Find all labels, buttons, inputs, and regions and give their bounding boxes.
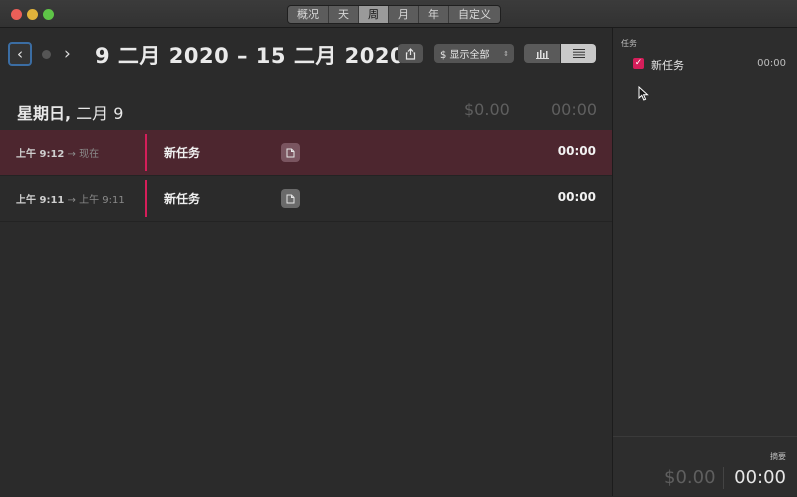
minimize-window-button[interactable] bbox=[27, 9, 38, 20]
list-icon bbox=[572, 49, 585, 58]
segment-day[interactable]: 天 bbox=[329, 6, 359, 23]
previous-period-button[interactable]: ‹ bbox=[8, 42, 32, 66]
note-icon bbox=[286, 194, 295, 203]
day-total-time: 00:00 bbox=[551, 100, 598, 119]
tasks-section-label: 任务 bbox=[621, 39, 637, 48]
view-mode-control bbox=[524, 44, 596, 63]
day-title: 星期日, 二月 9 bbox=[17, 104, 124, 123]
filter-label: $ 显示全部 bbox=[440, 50, 490, 61]
period-segmented-control: 概况 天 周 月 年 自定义 bbox=[287, 5, 501, 24]
main-panel: ‹ › 9 二月 2020 – 15 二月 2020 $ 显示全部 ⇕ 星期日,… bbox=[0, 28, 612, 496]
summary-amount: $0.00 bbox=[664, 467, 716, 488]
entry-note-button[interactable] bbox=[281, 143, 300, 162]
entry-time-range: 上午 9:11 → 上午 9:11 bbox=[16, 195, 125, 206]
zoom-window-button[interactable] bbox=[43, 9, 54, 20]
segment-overview[interactable]: 概况 bbox=[288, 6, 329, 23]
entry-name: 新任务 bbox=[164, 146, 201, 160]
bar-chart-icon bbox=[535, 49, 549, 59]
checkbox-icon[interactable]: ✓ bbox=[633, 58, 644, 69]
sidebar-task-name: 新任务 bbox=[651, 59, 684, 72]
entry-duration: 00:00 bbox=[557, 190, 596, 204]
close-window-button[interactable] bbox=[11, 9, 22, 20]
entry-duration: 00:00 bbox=[557, 144, 596, 158]
list-view-button[interactable] bbox=[561, 44, 596, 63]
segment-month[interactable]: 月 bbox=[389, 6, 419, 23]
updown-chevron-icon: ⇕ bbox=[503, 49, 509, 58]
entry-note-button[interactable] bbox=[281, 189, 300, 208]
summary-divider bbox=[723, 467, 724, 489]
summary-area: 摘要 $0.00 00:00 bbox=[613, 436, 797, 497]
segment-week[interactable]: 周 bbox=[359, 6, 389, 23]
time-entry-row[interactable]: 上午 9:12 → 现在 新任务 00:00 bbox=[0, 130, 612, 176]
project-color-bar bbox=[145, 180, 147, 217]
current-period-button[interactable] bbox=[42, 50, 51, 59]
day-amount: $0.00 bbox=[464, 100, 510, 119]
title-bar: 概况 天 周 月 年 自定义 bbox=[0, 0, 797, 28]
segment-custom[interactable]: 自定义 bbox=[449, 6, 500, 23]
cursor-icon bbox=[638, 86, 649, 101]
back-chevron-icon: ‹ bbox=[17, 45, 23, 63]
entry-time-range: 上午 9:12 → 现在 bbox=[16, 149, 100, 160]
sidebar-task-item[interactable]: ✓ 新任务 00:00 bbox=[633, 56, 788, 72]
time-entry-row[interactable]: 上午 9:11 → 上午 9:11 新任务 00:00 bbox=[0, 176, 612, 222]
sidebar-task-time: 00:00 bbox=[757, 58, 786, 69]
project-color-bar bbox=[145, 134, 147, 171]
chart-view-button[interactable] bbox=[524, 44, 561, 63]
next-period-button[interactable]: › bbox=[64, 42, 71, 66]
entry-name: 新任务 bbox=[164, 192, 201, 206]
segment-year[interactable]: 年 bbox=[419, 6, 449, 23]
forward-chevron-icon: › bbox=[64, 44, 71, 64]
summary-time: 00:00 bbox=[734, 467, 786, 488]
date-range-title: 9 二月 2020 – 15 二月 2020 bbox=[95, 44, 406, 68]
day-header: 星期日, 二月 9 $0.00 00:00 bbox=[0, 90, 612, 130]
summary-label: 摘要 bbox=[770, 452, 786, 461]
note-icon bbox=[286, 148, 295, 157]
share-icon bbox=[405, 47, 416, 60]
filter-dropdown[interactable]: $ 显示全部 ⇕ bbox=[434, 44, 514, 63]
share-button[interactable] bbox=[398, 44, 423, 63]
